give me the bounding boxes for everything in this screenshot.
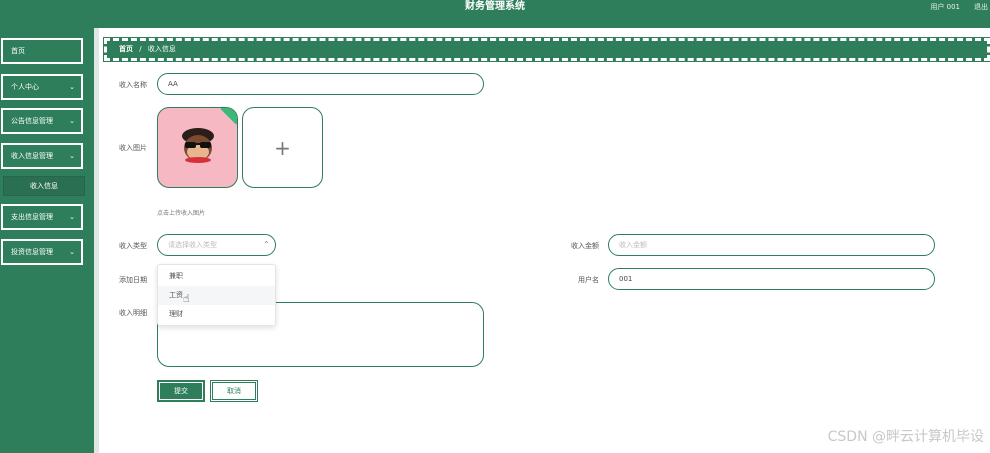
chevron-down-icon: ⌄ [69,213,75,221]
sidebar-item-expense-management[interactable]: 支出信息管理 ⌄ [1,204,83,230]
amount-input[interactable]: 收入金额 [608,234,935,256]
sidebar-item-label: 收入信息管理 [11,152,53,160]
name-label: 收入名称 [119,81,147,89]
date-label: 添加日期 [119,276,147,284]
sidebar-item-label: 首页 [11,47,25,55]
option-finance[interactable]: 理财 [158,305,275,324]
chevron-down-icon: ⌄ [69,117,75,125]
chevron-down-icon: ⌄ [69,248,75,256]
add-image-button[interactable]: + [242,107,323,188]
breadcrumb-current: 收入信息 [147,45,176,53]
amount-label: 收入金额 [571,242,599,250]
current-user: 用户 001 [930,3,960,11]
sidebar-item-home[interactable]: 首页 [1,38,83,64]
option-salary[interactable]: 工资 [158,286,275,305]
type-select[interactable]: 请选择收入类型 [157,234,276,256]
logout-link[interactable]: 退出 [974,2,988,12]
sidebar-item-personal-center[interactable]: 个人中心 ⌄ [1,74,83,100]
top-header: 财务管理系统 用户 001 退出 [0,0,990,28]
hand-pointer-icon: ☝ [183,292,190,305]
sidebar-item-label: 支出信息管理 [11,213,53,221]
breadcrumb-home[interactable]: 首页 [119,45,133,53]
sidebar-subitem-income-info[interactable]: 收入信息 [3,176,85,196]
watermark: CSDN @畔云计算机毕设 [827,429,984,445]
username-input[interactable]: 001 [608,268,935,290]
plus-icon: + [274,135,291,160]
monkey-avatar-icon [182,128,214,163]
username-label: 用户名 [578,276,599,284]
chevron-up-icon: ⌃ [263,240,270,249]
uploaded-image[interactable] [157,107,238,188]
sidebar-item-income-management[interactable]: 收入信息管理 ⌄ [1,143,83,169]
sidebar-item-label: 投资信息管理 [11,248,53,256]
chevron-down-icon: ⌄ [69,152,75,160]
chevron-down-icon: ⌄ [69,83,75,91]
sidebar-item-investment-management[interactable]: 投资信息管理 ⌄ [1,239,83,265]
sidebar: 首页 个人中心 ⌄ 公告信息管理 ⌄ 收入信息管理 ⌄ 收入信息 支出信息管理 … [0,28,94,453]
sidebar-item-label: 个人中心 [11,83,39,91]
sidebar-item-notice-management[interactable]: 公告信息管理 ⌄ [1,108,83,134]
option-parttime[interactable]: 兼职 [158,267,275,286]
breadcrumb-separator: / [139,45,142,53]
sidebar-item-label: 公告信息管理 [11,117,53,125]
type-dropdown: 兼职 工资 理财 [157,264,276,326]
detail-label: 收入明细 [119,309,147,317]
cancel-button[interactable]: 取消 [210,380,258,402]
sidebar-divider [94,28,99,453]
app-title: 财务管理系统 [465,1,525,12]
breadcrumb: 首页 / 收入信息 [103,37,990,62]
upload-hint: 点击上传收入图片 [157,210,206,217]
image-label: 收入图片 [119,144,147,152]
submit-button[interactable]: 提交 [157,380,205,402]
name-input[interactable]: AA [157,73,484,95]
type-label: 收入类型 [119,242,147,250]
